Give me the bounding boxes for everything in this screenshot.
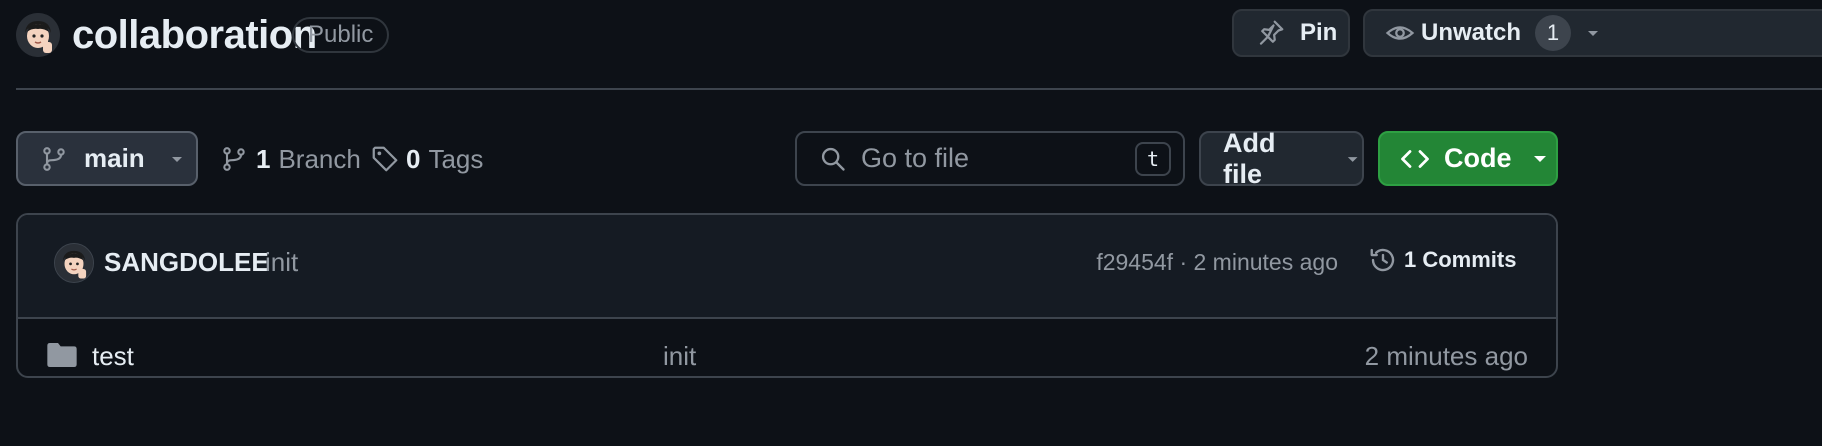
header-divider	[16, 88, 1822, 90]
owner-avatar[interactable]	[16, 13, 60, 57]
add-file-button[interactable]: Add file	[1199, 128, 1364, 189]
tags-count: 0	[406, 143, 421, 174]
file-commit-time: 2 minutes ago	[1364, 341, 1528, 371]
branches-link[interactable]: 1 Branch	[220, 141, 361, 177]
keyboard-shortcut-hint: t	[1135, 141, 1171, 176]
search-placeholder: Go to file	[861, 143, 970, 173]
unwatch-button[interactable]: Unwatch 1	[1363, 9, 1822, 57]
avatar-memoji-icon	[16, 13, 60, 57]
commits-history-link[interactable]: 1 Commits	[1368, 245, 1516, 275]
chevron-down-icon	[171, 156, 182, 162]
history-icon	[1370, 248, 1395, 272]
commits-count-label: 1 Commits	[1404, 247, 1517, 272]
avatar-memoji-icon	[55, 244, 93, 282]
add-file-label: Add file	[1223, 127, 1276, 189]
code-button[interactable]: Code	[1378, 131, 1558, 186]
branch-select-button[interactable]: main	[16, 131, 198, 186]
file-name[interactable]: test	[92, 341, 134, 372]
pin-icon	[1259, 20, 1284, 45]
pin-button[interactable]: Pin	[1232, 9, 1350, 57]
search-icon	[821, 147, 845, 171]
chevron-down-icon	[1347, 156, 1358, 162]
author-avatar[interactable]	[54, 243, 94, 283]
repo-name[interactable]: collaboration	[72, 14, 317, 56]
tags-link[interactable]: 0 Tags	[370, 141, 483, 177]
file-table: SANGDOLEE init f29454f · 2 minutes ago 1…	[16, 213, 1558, 378]
branches-count: 1	[256, 143, 271, 174]
commit-hash-time[interactable]: f29454f · 2 minutes ago	[1096, 249, 1338, 276]
commit-author[interactable]: SANGDOLEE	[104, 247, 269, 278]
file-row[interactable]: test init 2 minutes ago	[18, 319, 1556, 376]
code-label: Code	[1444, 143, 1512, 173]
latest-commit-bar: SANGDOLEE init f29454f · 2 minutes ago 1…	[18, 215, 1556, 319]
code-icon	[1401, 149, 1429, 168]
branches-label: Branch	[278, 143, 361, 174]
tags-label: Tags	[428, 143, 484, 174]
folder-icon	[47, 343, 77, 367]
git-branch-icon	[223, 147, 245, 171]
branch-name: main	[84, 143, 145, 173]
eye-icon	[1385, 26, 1415, 40]
chevron-down-icon	[1533, 155, 1546, 162]
tag-icon	[372, 146, 398, 172]
file-commit-message[interactable]: init	[663, 341, 696, 372]
chevron-down-icon	[1588, 31, 1599, 36]
git-branch-icon	[43, 146, 65, 171]
commit-message[interactable]: init	[265, 247, 298, 278]
unwatch-label: Unwatch	[1421, 19, 1522, 46]
pin-label: Pin	[1300, 19, 1338, 46]
watch-count: 1	[1535, 15, 1572, 51]
visibility-badge: Public	[292, 17, 390, 53]
go-to-file-search[interactable]: Go to file t	[795, 131, 1185, 186]
